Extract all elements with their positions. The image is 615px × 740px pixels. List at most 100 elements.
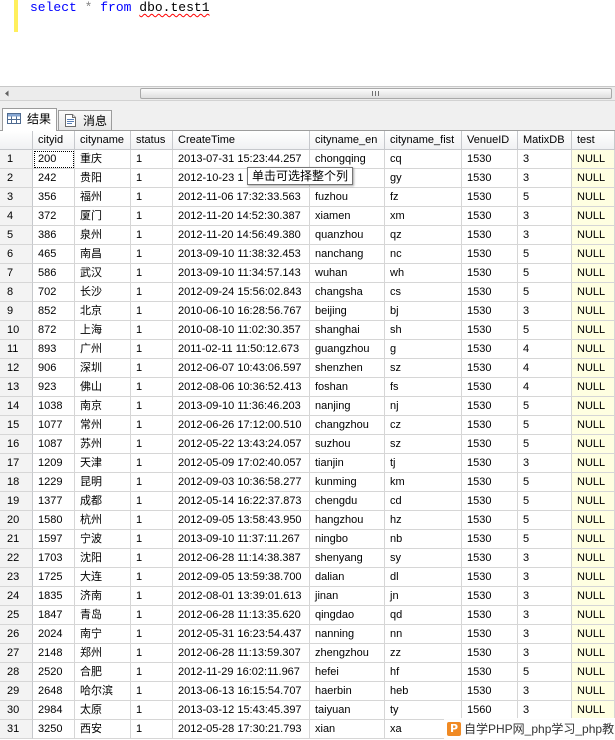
cell-cityid[interactable]: 386 <box>33 226 75 245</box>
cell-cityname-en[interactable]: xiamen <box>310 207 385 226</box>
cell-status[interactable]: 1 <box>131 264 173 283</box>
row-number-cell[interactable]: 16 <box>0 435 33 454</box>
cell-status[interactable]: 1 <box>131 283 173 302</box>
cell-createtime[interactable]: 2012-09-05 13:58:43.950 <box>173 511 310 530</box>
cell-cityid[interactable]: 2024 <box>33 625 75 644</box>
cell-venueid[interactable]: 1530 <box>462 340 518 359</box>
cell-cityname-en[interactable]: dalian <box>310 568 385 587</box>
cell-cityname-fist[interactable]: cs <box>385 283 462 302</box>
cell-cityname-en[interactable]: xian <box>310 720 385 739</box>
cell-venueid[interactable]: 1530 <box>462 473 518 492</box>
cell-venueid[interactable]: 1530 <box>462 264 518 283</box>
row-number-cell[interactable]: 22 <box>0 549 33 568</box>
cell-createtime[interactable]: 2012-11-20 14:56:49.380 <box>173 226 310 245</box>
cell-test[interactable]: NULL <box>572 435 615 454</box>
cell-cityname[interactable]: 广州 <box>75 340 131 359</box>
cell-createtime[interactable]: 2013-09-10 11:34:57.143 <box>173 264 310 283</box>
row-number-cell[interactable]: 14 <box>0 397 33 416</box>
cell-cityname-en[interactable]: suzhou <box>310 435 385 454</box>
cell-cityname-en[interactable]: changsha <box>310 283 385 302</box>
column-header-cityname-en[interactable]: cityname_en <box>310 131 385 150</box>
cell-cityname[interactable]: 合肥 <box>75 663 131 682</box>
cell-venueid[interactable]: 1530 <box>462 188 518 207</box>
row-number-cell[interactable]: 25 <box>0 606 33 625</box>
cell-venueid[interactable]: 1530 <box>462 492 518 511</box>
cell-matixdb[interactable]: 4 <box>518 359 572 378</box>
cell-venueid[interactable]: 1530 <box>462 169 518 188</box>
cell-createtime[interactable]: 2012-05-14 16:22:37.873 <box>173 492 310 511</box>
cell-venueid[interactable]: 1530 <box>462 644 518 663</box>
cell-test[interactable]: NULL <box>572 454 615 473</box>
cell-venueid[interactable]: 1530 <box>462 150 518 169</box>
cell-cityname[interactable]: 武汉 <box>75 264 131 283</box>
cell-cityname[interactable]: 苏州 <box>75 435 131 454</box>
cell-status[interactable]: 1 <box>131 587 173 606</box>
cell-status[interactable]: 1 <box>131 492 173 511</box>
cell-cityname-en[interactable]: beijing <box>310 302 385 321</box>
cell-cityname[interactable]: 成都 <box>75 492 131 511</box>
row-number-cell[interactable]: 8 <box>0 283 33 302</box>
cell-matixdb[interactable]: 5 <box>518 283 572 302</box>
cell-createtime[interactable]: 2013-09-10 11:36:46.203 <box>173 397 310 416</box>
cell-test[interactable]: NULL <box>572 492 615 511</box>
cell-cityname[interactable]: 长沙 <box>75 283 131 302</box>
column-header-venueid[interactable]: VenueID <box>462 131 518 150</box>
cell-cityname[interactable]: 厦门 <box>75 207 131 226</box>
cell-createtime[interactable]: 2012-09-03 10:36:58.277 <box>173 473 310 492</box>
cell-matixdb[interactable]: 5 <box>518 492 572 511</box>
cell-cityname-fist[interactable]: xm <box>385 207 462 226</box>
cell-cityname-fist[interactable]: gy <box>385 169 462 188</box>
cell-status[interactable]: 1 <box>131 150 173 169</box>
column-header-cityid[interactable]: cityid <box>33 131 75 150</box>
cell-cityid[interactable]: 923 <box>33 378 75 397</box>
results-grid[interactable]: cityid cityname status CreateTime cityname_e… <box>0 131 615 739</box>
cell-matixdb[interactable]: 3 <box>518 682 572 701</box>
cell-createtime[interactable]: 2012-11-29 16:02:11.967 <box>173 663 310 682</box>
cell-venueid[interactable]: 1530 <box>462 283 518 302</box>
row-number-cell[interactable]: 27 <box>0 644 33 663</box>
cell-cityname-en[interactable]: quanzhou <box>310 226 385 245</box>
cell-cityname[interactable]: 郑州 <box>75 644 131 663</box>
cell-status[interactable]: 1 <box>131 625 173 644</box>
cell-cityname[interactable]: 常州 <box>75 416 131 435</box>
cell-cityname[interactable]: 宁波 <box>75 530 131 549</box>
cell-cityname-fist[interactable]: hz <box>385 511 462 530</box>
cell-createtime[interactable]: 2012-08-01 13:39:01.613 <box>173 587 310 606</box>
cell-test[interactable]: NULL <box>572 188 615 207</box>
column-header-matixdb[interactable]: MatixDB <box>518 131 572 150</box>
cell-cityname-fist[interactable]: heb <box>385 682 462 701</box>
row-number-cell[interactable]: 7 <box>0 264 33 283</box>
row-number-cell[interactable]: 1 <box>0 150 33 169</box>
cell-test[interactable]: NULL <box>572 245 615 264</box>
cell-cityname-en[interactable]: fuzhou <box>310 188 385 207</box>
cell-test[interactable]: NULL <box>572 549 615 568</box>
cell-venueid[interactable]: 1530 <box>462 682 518 701</box>
cell-status[interactable]: 1 <box>131 302 173 321</box>
cell-cityid[interactable]: 1725 <box>33 568 75 587</box>
cell-test[interactable]: NULL <box>572 682 615 701</box>
row-number-cell[interactable]: 6 <box>0 245 33 264</box>
cell-cityname-en[interactable]: hangzhou <box>310 511 385 530</box>
cell-createtime[interactable]: 2010-08-10 11:02:30.357 <box>173 321 310 340</box>
cell-matixdb[interactable]: 3 <box>518 207 572 226</box>
cell-cityname-fist[interactable]: zz <box>385 644 462 663</box>
cell-createtime[interactable]: 2013-09-10 11:37:11.267 <box>173 530 310 549</box>
cell-status[interactable]: 1 <box>131 663 173 682</box>
cell-cityname-fist[interactable]: nj <box>385 397 462 416</box>
row-number-cell[interactable]: 28 <box>0 663 33 682</box>
cell-cityname-en[interactable]: qingdao <box>310 606 385 625</box>
cell-cityname[interactable]: 泉州 <box>75 226 131 245</box>
cell-cityname[interactable]: 沈阳 <box>75 549 131 568</box>
cell-cityname-fist[interactable]: dl <box>385 568 462 587</box>
column-header-status[interactable]: status <box>131 131 173 150</box>
cell-cityname-en[interactable]: tianjin <box>310 454 385 473</box>
cell-cityname[interactable]: 昆明 <box>75 473 131 492</box>
cell-status[interactable]: 1 <box>131 549 173 568</box>
cell-createtime[interactable]: 2012-09-05 13:59:38.700 <box>173 568 310 587</box>
cell-cityid[interactable]: 1580 <box>33 511 75 530</box>
cell-cityname[interactable]: 青岛 <box>75 606 131 625</box>
cell-status[interactable]: 1 <box>131 701 173 720</box>
cell-venueid[interactable]: 1530 <box>462 606 518 625</box>
cell-cityname-fist[interactable]: tj <box>385 454 462 473</box>
row-number-cell[interactable]: 10 <box>0 321 33 340</box>
